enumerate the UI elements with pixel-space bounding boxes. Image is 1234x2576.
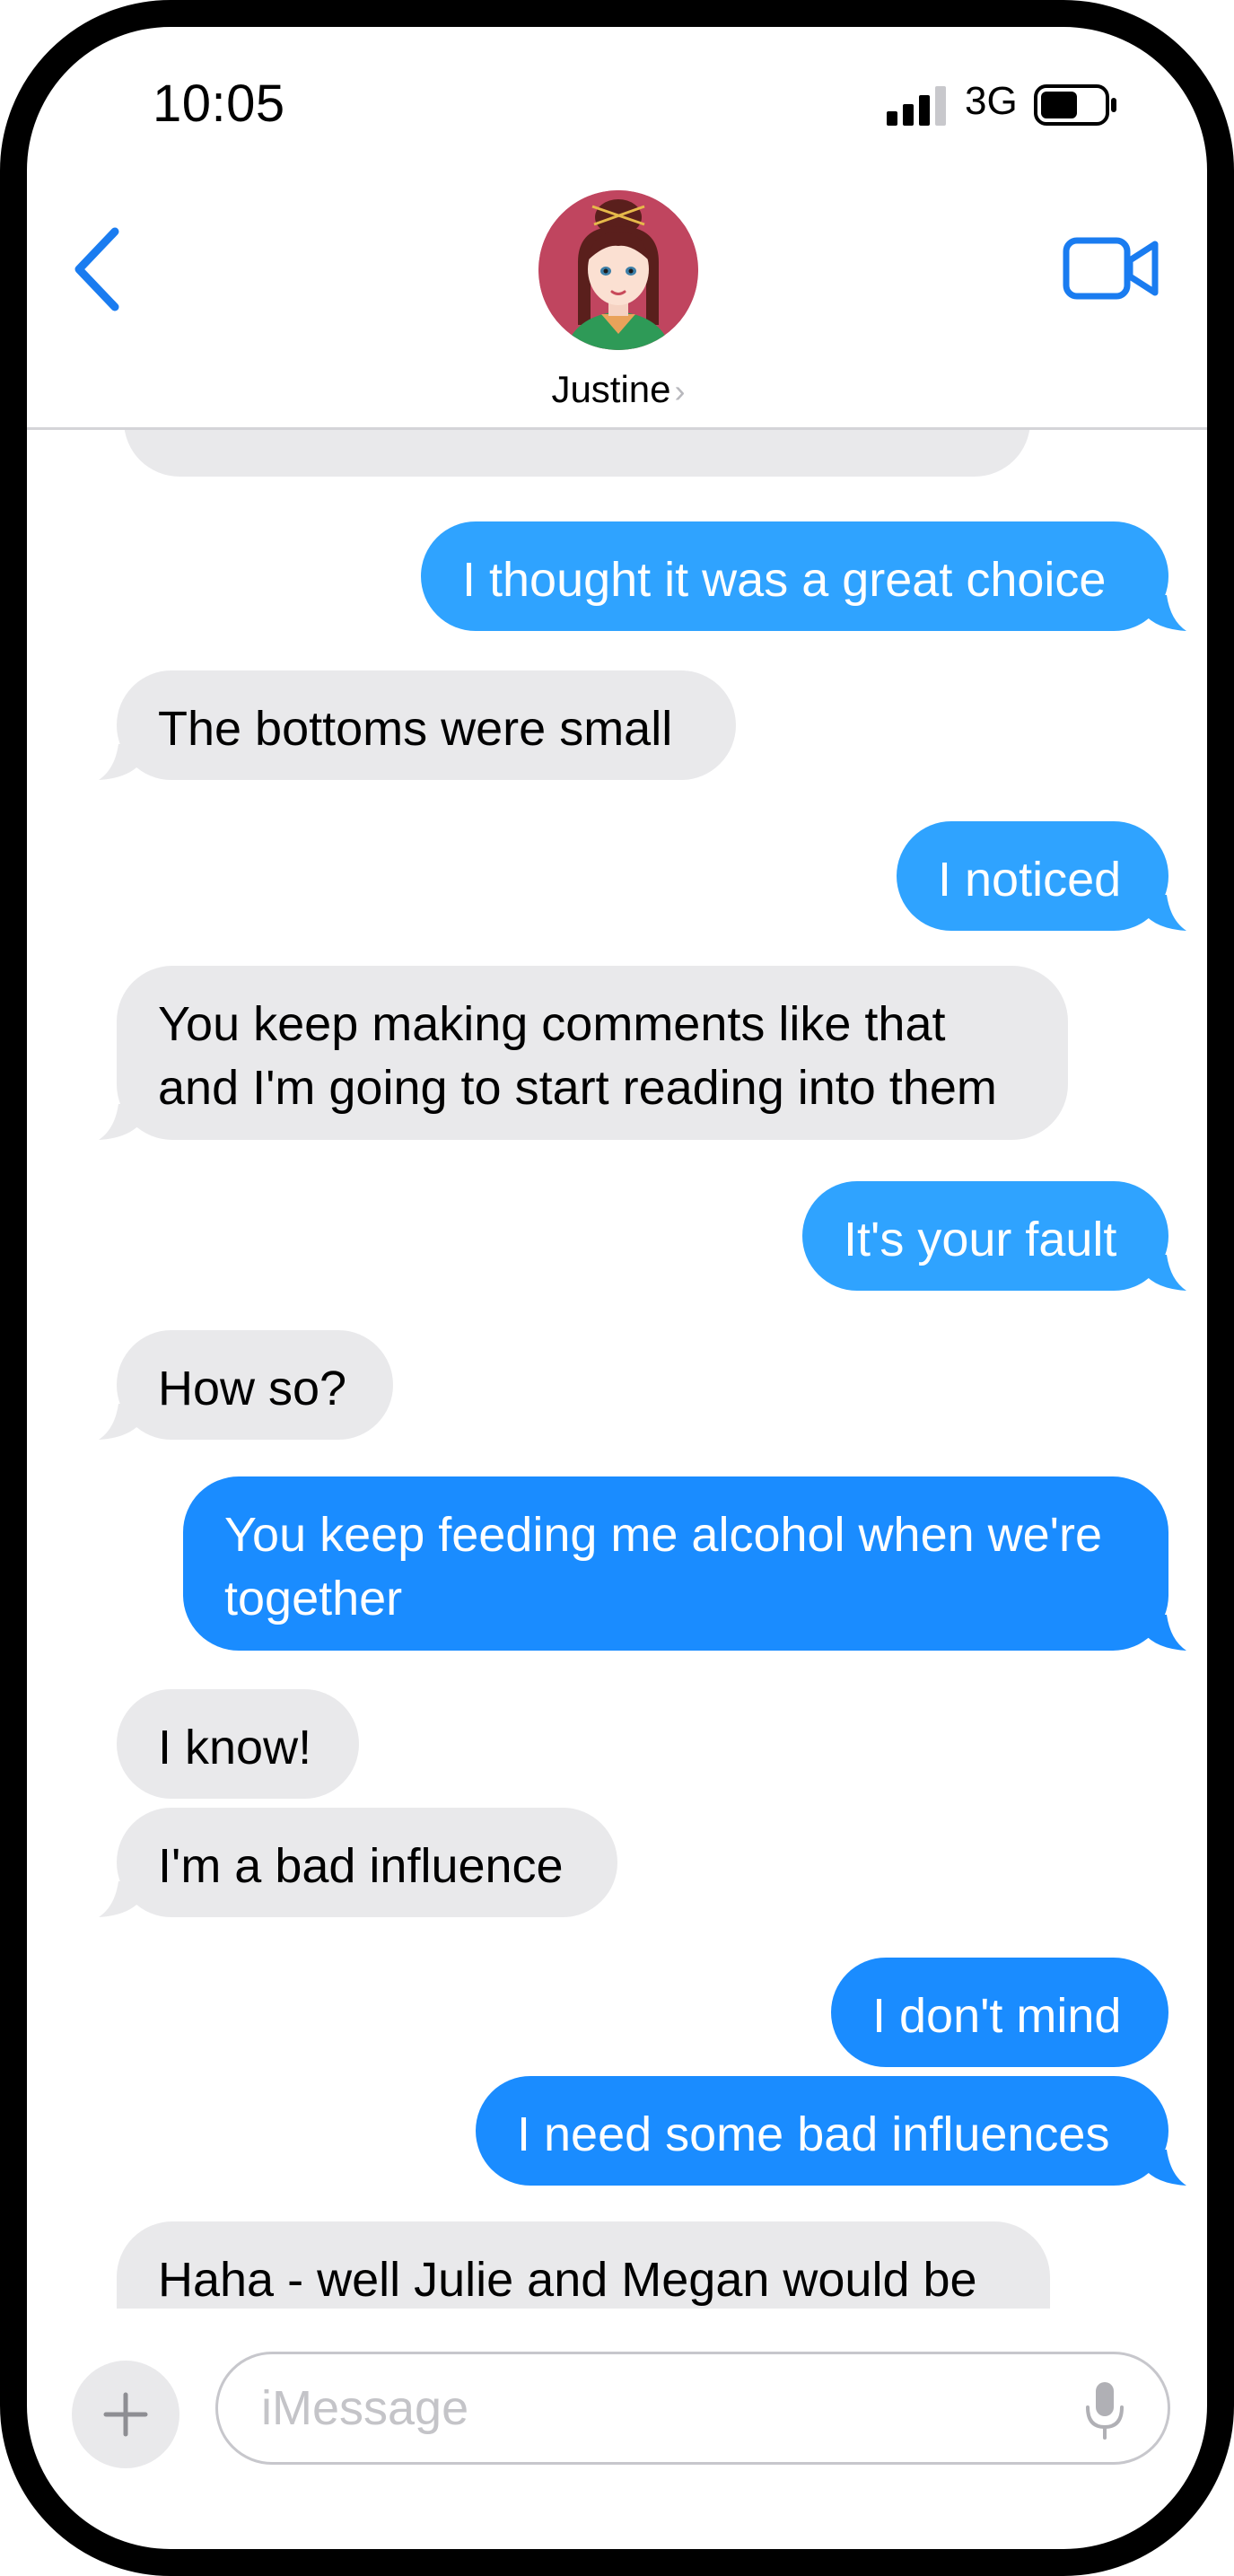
video-camera-icon[interactable] [1062, 230, 1162, 307]
message-sent: I need some bad influences [476, 2076, 1168, 2186]
back-chevron-icon[interactable] [66, 223, 126, 316]
bubble-tail [99, 1404, 142, 1440]
message-received: You keep making comments like that and I… [117, 966, 1068, 1140]
message-thread[interactable]: I thought it was a great choice The bott… [27, 430, 1207, 2309]
bubble-tail [1143, 1255, 1186, 1291]
chevron-right-icon: › [674, 372, 686, 409]
message-received: I'm a bad influence [117, 1808, 617, 1917]
message-received: Haha - well Julie and Megan would be [117, 2221, 1050, 2309]
contact-name: Justine [551, 368, 671, 410]
add-attachment-button[interactable] [72, 2361, 179, 2468]
contact-name-button[interactable]: Justine › [476, 368, 761, 411]
plus-icon [103, 2392, 148, 2437]
message-received: The bottoms were small [117, 670, 736, 780]
avatar-illustration [538, 190, 698, 350]
avatar[interactable] [538, 190, 698, 350]
status-time: 10:05 [153, 74, 285, 133]
message-input[interactable]: iMessage [215, 2352, 1170, 2465]
bubble-tail [99, 1881, 142, 1917]
screen: 10:05 3G Justine › I thought it was a gr… [27, 27, 1207, 2549]
network-type: 3G [965, 79, 1018, 123]
message-sent: It's your fault [802, 1181, 1168, 1291]
message-sent: You keep feeding me alcohol when we're t… [183, 1476, 1168, 1651]
bubble-tail [99, 744, 142, 780]
battery-icon [1034, 84, 1116, 126]
microphone-icon[interactable] [1082, 2379, 1127, 2441]
message-sent: I don't mind [831, 1958, 1168, 2067]
bubble-tail [1143, 895, 1186, 931]
bubble-tail [1143, 595, 1186, 631]
message-sent: I noticed [897, 821, 1168, 931]
message-sent: I thought it was a great choice [421, 521, 1168, 631]
signal-icon [887, 86, 946, 126]
phone-frame: 10:05 3G Justine › I thought it was a gr… [0, 0, 1234, 2576]
message-received: I know! [117, 1689, 359, 1799]
message-received [124, 430, 1030, 477]
message-received: How so? [117, 1330, 393, 1440]
bubble-tail [99, 1104, 142, 1140]
bubble-tail [1143, 1615, 1186, 1651]
bubble-tail [1143, 2150, 1186, 2186]
